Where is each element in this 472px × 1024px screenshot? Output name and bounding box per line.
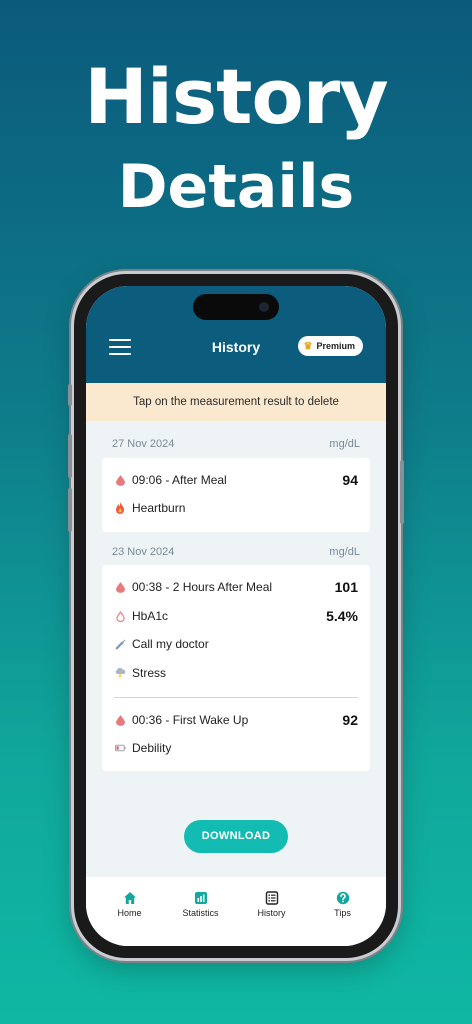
measurement-value: 94 <box>342 472 358 488</box>
blood-drop-icon <box>114 713 126 727</box>
nav-statistics[interactable]: Statistics <box>171 877 231 946</box>
premium-button[interactable]: ♛ Premium <box>297 336 363 356</box>
blood-drop-icon <box>114 580 126 594</box>
delete-hint-banner: Tap on the measurement result to delete <box>86 383 386 421</box>
measurement-label: 00:38 - 2 Hours After Meal <box>132 580 273 594</box>
phone-mute-switch <box>68 384 72 406</box>
symptom-label: Heartburn <box>132 501 186 515</box>
measurement-row[interactable]: 00:36 - First Wake Up 92 <box>114 712 358 728</box>
blood-drop-icon <box>114 473 126 487</box>
mood-label: Stress <box>132 666 167 680</box>
syringe-icon <box>114 637 126 651</box>
premium-label: Premium <box>316 341 355 351</box>
symptom-label: Debility <box>132 741 172 755</box>
phone-volume-down <box>68 488 72 532</box>
hba1c-row: HbA1c 5.4% <box>114 608 358 624</box>
home-icon <box>123 892 136 904</box>
measurement-value: 101 <box>334 579 358 595</box>
phone-power-button <box>400 460 404 524</box>
nav-tips-label: Tips <box>334 908 351 918</box>
history-card[interactable]: 09:06 - After Meal 94 Heartburn <box>102 458 370 532</box>
storm-cloud-icon <box>114 666 126 680</box>
nav-home[interactable]: Home <box>100 877 160 946</box>
history-icon <box>265 891 278 905</box>
date-label: 23 Nov 2024 <box>112 546 175 558</box>
bottom-nav: Home Statistics History Tips <box>86 877 386 946</box>
dynamic-island <box>193 294 279 320</box>
hero-title-line2: Details <box>117 152 355 222</box>
date-header: 27 Nov 2024 mg/dL <box>112 438 360 450</box>
note-label: Call my doctor <box>132 637 209 651</box>
note-row: Call my doctor <box>114 637 358 651</box>
nav-tips[interactable]: Tips <box>313 877 373 946</box>
symptom-row: Debility <box>114 741 358 755</box>
phone-screen: History ♛ Premium Tap on the measurement… <box>86 286 386 946</box>
hero-title-line1: History <box>84 52 388 141</box>
unit-label: mg/dL <box>329 438 360 450</box>
symptom-row: Heartburn <box>114 501 358 515</box>
statistics-icon <box>194 892 207 904</box>
crown-icon: ♛ <box>303 340 313 352</box>
drop-outline-icon <box>114 609 126 623</box>
download-button[interactable]: DOWNLOAD <box>184 820 288 853</box>
history-card[interactable]: 00:38 - 2 Hours After Meal 101 HbA1c 5.4… <box>102 565 370 771</box>
mood-row: Stress <box>114 666 358 680</box>
low-battery-icon <box>114 741 126 755</box>
unit-label: mg/dL <box>329 546 360 558</box>
date-header: 23 Nov 2024 mg/dL <box>112 546 360 558</box>
hba1c-value: 5.4% <box>326 608 358 624</box>
hba1c-label: HbA1c <box>132 609 169 623</box>
measurement-value: 92 <box>342 712 358 728</box>
measurement-label: 00:36 - First Wake Up <box>132 713 249 727</box>
date-label: 27 Nov 2024 <box>112 438 175 450</box>
app-bar: History ♛ Premium <box>86 286 386 383</box>
fire-icon <box>114 501 126 515</box>
nav-history-label: History <box>257 908 286 918</box>
phone-volume-up <box>68 434 72 478</box>
nav-statistics-label: Statistics <box>182 908 219 918</box>
measurement-label: 09:06 - After Meal <box>132 473 227 487</box>
entry-divider <box>114 697 358 698</box>
measurement-row[interactable]: 09:06 - After Meal 94 <box>114 472 358 488</box>
nav-home-label: Home <box>117 908 142 918</box>
measurement-row[interactable]: 00:38 - 2 Hours After Meal 101 <box>114 579 358 595</box>
help-icon <box>336 891 349 905</box>
nav-history[interactable]: History <box>242 877 302 946</box>
phone-mockup: History ♛ Premium Tap on the measurement… <box>68 274 404 958</box>
